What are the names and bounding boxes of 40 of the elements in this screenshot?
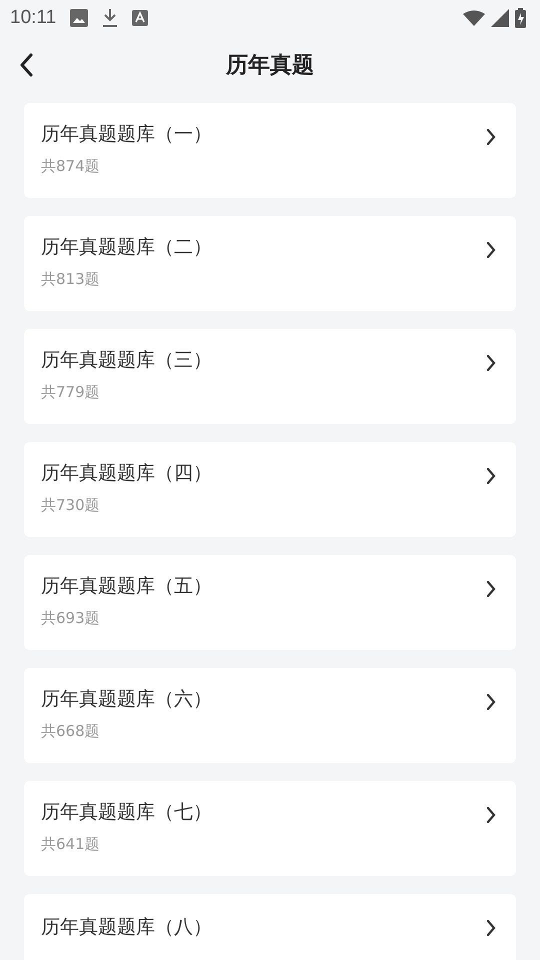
- question-count: 共730题: [41, 494, 100, 514]
- question-bank-card[interactable]: 历年真题题库（六） 共668题: [24, 668, 516, 763]
- bank-title: 历年真题题库（四）: [41, 460, 212, 484]
- bank-title: 历年真题题库（一）: [41, 122, 212, 146]
- download-icon: [102, 9, 118, 27]
- chevron-right-icon: [486, 580, 496, 596]
- chevron-right-icon: [486, 920, 496, 936]
- bank-title: 历年真题题库（七）: [41, 800, 212, 824]
- bank-title: 历年真题题库（二）: [41, 234, 212, 258]
- status-time: 10:11: [10, 7, 56, 29]
- bank-title: 历年真题题库（六）: [41, 686, 212, 710]
- question-bank-card[interactable]: 历年真题题库（二） 共813题: [24, 216, 516, 311]
- question-bank-card[interactable]: 历年真题题库（一） 共874题: [24, 103, 516, 198]
- chevron-right-icon: [486, 354, 496, 370]
- chevron-left-icon: [19, 53, 33, 77]
- question-count: 共641题: [41, 834, 100, 854]
- page-title: 历年真题: [226, 52, 314, 80]
- question-count: 共779题: [41, 382, 100, 402]
- bank-title: 历年真题题库（五）: [41, 574, 212, 598]
- image-icon: [70, 9, 88, 27]
- question-bank-card[interactable]: 历年真题题库（七） 共641题: [24, 781, 516, 876]
- question-count: 共813题: [41, 268, 100, 288]
- question-bank-card[interactable]: 历年真题题库（四） 共730题: [24, 442, 516, 537]
- question-count: 共874题: [41, 156, 100, 176]
- chevron-right-icon: [486, 242, 496, 258]
- question-bank-card[interactable]: 历年真题题库（五） 共693题: [24, 555, 516, 650]
- question-count: 共693题: [41, 608, 100, 628]
- signal-icon: [491, 9, 509, 27]
- question-bank-card[interactable]: 历年真题题库（八）: [24, 894, 516, 960]
- bank-title: 历年真题题库（八）: [41, 915, 212, 939]
- chevron-right-icon: [486, 468, 496, 484]
- bank-title: 历年真题题库（三）: [41, 348, 212, 372]
- chevron-right-icon: [486, 694, 496, 710]
- chevron-right-icon: [486, 128, 496, 144]
- font-icon: [132, 10, 148, 26]
- question-count: 共668题: [41, 720, 100, 740]
- question-bank-card[interactable]: 历年真题题库（三） 共779题: [24, 329, 516, 424]
- battery-icon: [515, 8, 526, 28]
- chevron-right-icon: [486, 806, 496, 822]
- wifi-icon: [463, 10, 485, 26]
